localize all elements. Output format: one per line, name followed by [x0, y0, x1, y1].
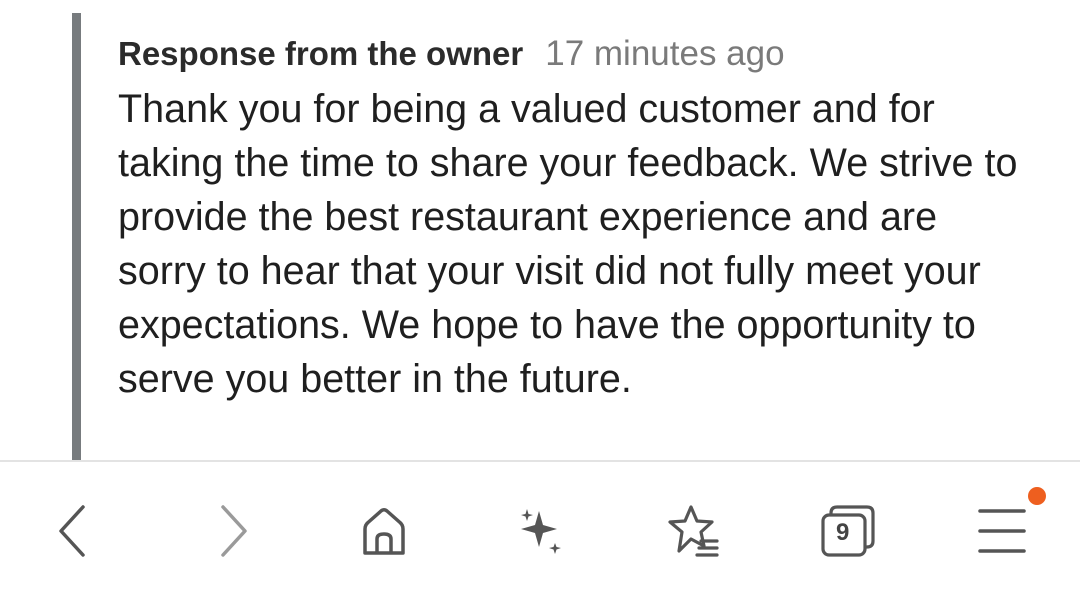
menu-button[interactable]	[967, 487, 1046, 566]
response-author: Response from the owner	[118, 35, 524, 72]
home-button[interactable]	[349, 496, 419, 566]
sparkles-icon	[521, 509, 561, 554]
notification-dot	[1028, 487, 1046, 505]
bookmarks-button[interactable]	[658, 496, 728, 566]
star-list-icon	[668, 505, 719, 557]
response-text: Thank you for being a valued customer an…	[118, 87, 1018, 401]
owner-response: Response from the owner 17 minutes ago Th…	[0, 0, 1080, 460]
chevron-left-icon	[59, 505, 85, 557]
tabs-button[interactable]: 9	[812, 496, 882, 566]
response-timestamp: 17 minutes ago	[545, 34, 785, 73]
tab-count: 9	[836, 519, 850, 546]
home-icon	[363, 508, 405, 555]
menu-icon	[978, 509, 1026, 553]
forward-button[interactable]	[198, 496, 268, 566]
quote-bar	[72, 13, 81, 460]
ai-assistant-button[interactable]	[504, 496, 574, 566]
response-header: Response from the owner 17 minutes ago	[118, 34, 785, 74]
chevron-right-icon	[221, 505, 247, 557]
back-button[interactable]	[38, 496, 108, 566]
bottom-navigation-bar: 9	[0, 462, 1080, 603]
page: Response from the owner 17 minutes ago Th…	[0, 0, 1080, 603]
